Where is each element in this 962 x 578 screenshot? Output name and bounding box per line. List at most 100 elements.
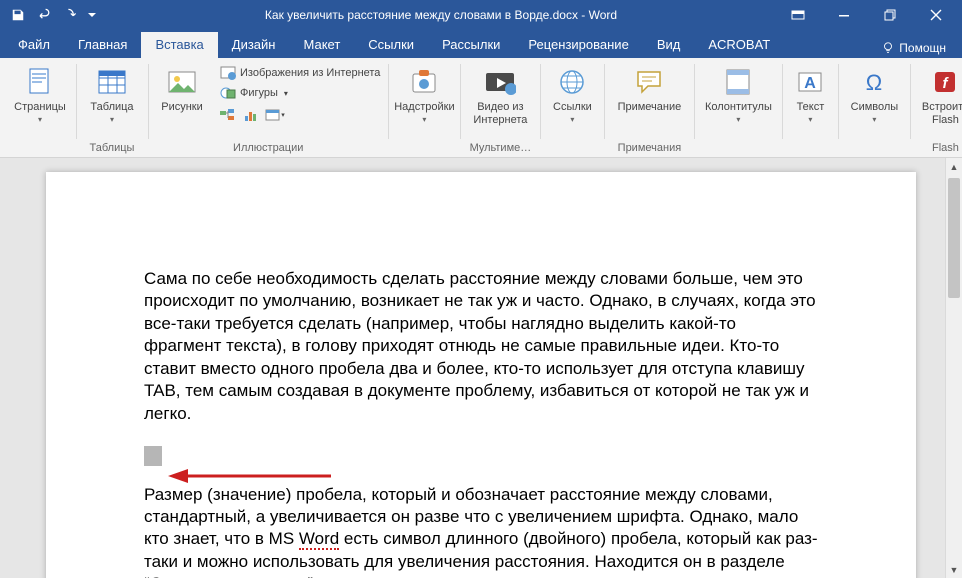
pictures-label: Рисунки [161,101,203,114]
group-headerfooter: Колонтитулы ▾ [694,60,782,157]
chevron-down-icon: ▾ [422,115,426,124]
tab-acrobat[interactable]: ACROBAT [694,32,784,58]
group-illustrations-label: Иллюстрации [152,140,384,157]
pictures-button[interactable]: Рисунки [152,62,212,114]
chevron-down-icon: ▾ [872,115,876,124]
symbols-label: Символы [851,101,899,114]
group-symbols: Ω Символы ▾ [838,60,910,157]
picture-icon [166,66,198,98]
qat-customize[interactable] [84,3,100,27]
headerfooter-icon [722,66,754,98]
chart-button[interactable] [240,104,262,126]
group-flash-label: Flash [914,140,962,157]
addins-icon [408,66,440,98]
spellcheck-word: Word [299,529,339,550]
close-button[interactable] [914,1,958,29]
redo-icon [62,8,78,22]
chart-icon [243,108,259,122]
link-icon [556,66,588,98]
chevron-down-icon: ▾ [736,115,740,124]
scroll-thumb[interactable] [948,178,960,298]
headerfooter-button[interactable]: Колонтитулы ▾ [698,62,778,124]
pages-icon [24,66,56,98]
chevron-down-icon: ▾ [284,89,288,98]
restore-icon [884,9,896,21]
tab-file[interactable]: Файл [4,32,64,58]
cursor-line[interactable] [144,443,818,465]
quick-access-toolbar [0,3,106,27]
chevron-down-icon [88,11,96,19]
ribbon-opts-icon [791,10,805,20]
symbols-button[interactable]: Ω Символы ▾ [842,62,906,124]
screenshot-button[interactable]: ▾ [264,104,286,126]
links-button[interactable]: Ссылки ▾ [544,62,600,124]
group-comments-label: Примечания [608,140,690,157]
tab-mailings[interactable]: Рассылки [428,32,514,58]
group-tables-label: Таблицы [80,140,144,157]
tab-references[interactable]: Ссылки [354,32,428,58]
online-pictures-label: Изображения из Интернета [240,67,380,79]
title-bar: Как увеличить расстояние между словами в… [0,0,962,30]
undo-icon [36,8,52,22]
shapes-label: Фигуры [240,87,278,99]
smartart-button[interactable] [216,104,238,126]
save-button[interactable] [6,3,30,27]
chevron-down-icon: ▾ [110,115,114,124]
comment-label: Примечание [618,101,682,114]
omega-icon: Ω [858,66,890,98]
svg-text:Ω: Ω [866,70,882,95]
online-video-button[interactable]: Видео из Интернета [464,62,536,126]
group-tables: Таблица ▾ Таблицы [76,60,148,157]
pages-button[interactable]: Страницы ▾ [8,62,72,124]
screenshot-icon [265,108,281,122]
text-button[interactable]: A Текст ▾ [786,62,834,124]
online-pictures-button[interactable]: Изображения из Интернета [216,64,384,82]
window-controls [776,1,962,29]
restore-button[interactable] [868,1,912,29]
ribbon-tabs: Файл Главная Вставка Дизайн Макет Ссылки… [0,30,962,58]
online-pictures-icon [220,65,236,81]
group-pages-label [8,140,72,157]
addins-button[interactable]: Надстройки ▾ [392,62,456,124]
text-cursor-selection [144,446,162,466]
flash-label: Встроить Flash [914,101,962,126]
smartart-icon [219,108,235,122]
vertical-scrollbar[interactable]: ▲ ▼ [945,158,962,578]
addins-label: Надстройки [394,101,454,114]
tab-review[interactable]: Рецензирование [514,32,642,58]
scroll-down-button[interactable]: ▼ [946,561,962,578]
table-button[interactable]: Таблица ▾ [80,62,144,124]
page[interactable]: Сама по себе необходимость сделать расст… [46,172,916,578]
tab-layout[interactable]: Макет [289,32,354,58]
scroll-up-button[interactable]: ▲ [946,158,962,175]
redo-button[interactable] [58,3,82,27]
group-pages: Страницы ▾ [4,60,76,157]
ribbon: Страницы ▾ Таблица ▾ Таблицы Рисунки [0,58,962,158]
group-media: Видео из Интернета Мультиме… [460,60,540,157]
tab-home[interactable]: Главная [64,32,141,58]
lightbulb-icon [881,41,895,55]
group-illustrations: Рисунки Изображения из Интернета Фигуры … [148,60,388,157]
tell-me-label: Помощн [899,41,946,55]
svg-text:A: A [805,75,817,92]
video-icon [484,66,516,98]
minimize-button[interactable] [822,1,866,29]
tab-design[interactable]: Дизайн [218,32,290,58]
tell-me-search[interactable]: Помощн [875,38,952,58]
ribbon-display-button[interactable] [776,1,820,29]
shapes-button[interactable]: Фигуры ▾ [216,84,384,102]
tab-view[interactable]: Вид [643,32,695,58]
paragraph-1[interactable]: Сама по себе необходимость сделать расст… [144,268,818,425]
paragraph-2[interactable]: Размер (значение) пробела, который и обо… [144,484,818,578]
textbox-icon: A [794,66,826,98]
group-comments: Примечание Примечания [604,60,694,157]
group-media-label: Мультиме… [464,140,536,157]
undo-button[interactable] [32,3,56,27]
document-area[interactable]: Сама по себе необходимость сделать расст… [0,158,962,578]
shapes-icon [220,85,236,101]
flash-button[interactable]: f Встроить Flash [914,62,962,126]
comment-button[interactable]: Примечание [608,62,690,114]
group-links: Ссылки ▾ [540,60,604,157]
group-flash: f Встроить Flash Flash [910,60,962,157]
tab-insert[interactable]: Вставка [141,32,217,58]
